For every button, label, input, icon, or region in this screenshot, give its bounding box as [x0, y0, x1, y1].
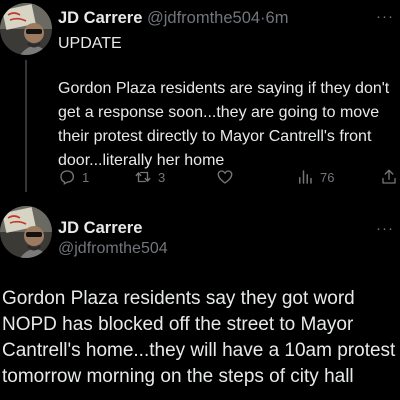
retweet-icon — [135, 171, 151, 183]
more-options-button[interactable]: ··· — [376, 9, 394, 24]
author-name[interactable]: JD Carrere — [58, 9, 142, 27]
reply-icon — [60, 170, 75, 185]
author-name[interactable]: JD Carrere — [58, 218, 142, 238]
share-icon — [382, 169, 396, 184]
reply-count: 1 — [82, 169, 90, 185]
retweet-button[interactable]: 3 — [134, 166, 165, 188]
author-handle[interactable]: @jdfromthe504 — [58, 239, 168, 259]
timestamp[interactable]: 6m — [266, 9, 289, 27]
tweet-header: JD Carrere @jdfromthe504·6m — [58, 8, 288, 28]
views-icon — [299, 170, 312, 184]
avatar-image — [0, 3, 52, 55]
more-options-button[interactable]: ··· — [376, 221, 394, 236]
tweet-body-text: Gordon Plaza residents are saying if the… — [58, 80, 390, 169]
reply-button[interactable]: 1 — [58, 166, 89, 188]
views-button[interactable]: 76 — [296, 166, 334, 188]
thread-connector-line — [25, 60, 27, 192]
like-button[interactable] — [216, 166, 240, 188]
tweet-action-bar: 1 3 76 — [58, 166, 400, 188]
author-avatar[interactable] — [0, 206, 52, 258]
tweet-lead-text: UPDATE — [58, 35, 122, 52]
views-count: 76 — [320, 169, 335, 185]
author-handle[interactable]: @jdfromthe504 — [147, 9, 260, 27]
timeline: JD Carrere @jdfromthe504·6m ··· UPDATE G… — [0, 0, 400, 400]
avatar-image — [0, 206, 52, 258]
author-avatar[interactable] — [0, 3, 52, 55]
retweet-count: 3 — [158, 169, 166, 185]
heart-icon — [217, 170, 233, 184]
tweet-body-text: Gordon Plaza residents say they got word… — [2, 288, 396, 387]
share-button[interactable] — [380, 166, 398, 188]
